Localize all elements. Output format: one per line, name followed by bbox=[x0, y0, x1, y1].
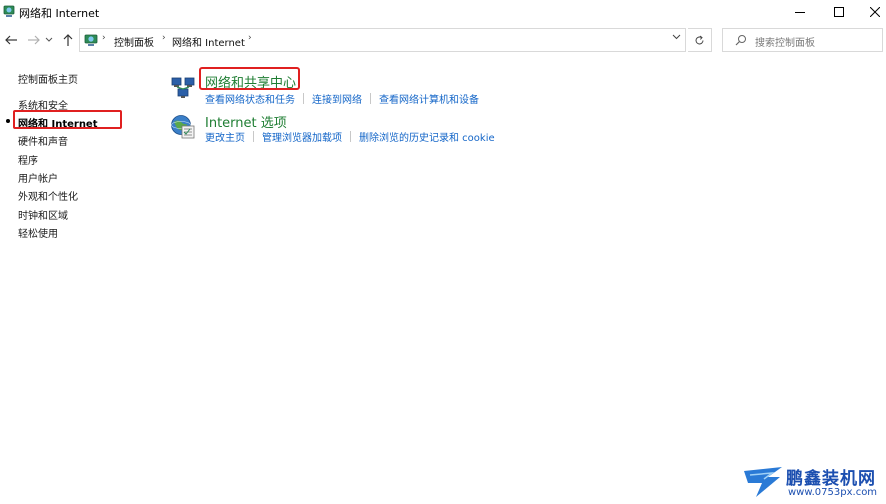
recent-locations-button[interactable] bbox=[44, 31, 54, 49]
watermark: 鹏鑫装机网 www.0753px.com bbox=[742, 461, 886, 504]
highlight-box-sidebar bbox=[13, 110, 122, 129]
close-icon bbox=[870, 7, 880, 17]
sidebar-item-ease-of-access[interactable]: 轻松使用 bbox=[18, 225, 58, 240]
refresh-icon bbox=[695, 35, 704, 44]
minimize-icon bbox=[795, 12, 805, 13]
breadcrumb-network-internet[interactable]: 网络和 Internet bbox=[172, 34, 245, 49]
window-title: 网络和 Internet bbox=[19, 7, 100, 20]
watermark-name: 鹏鑫装机网 bbox=[786, 469, 876, 489]
sidebar-item-programs[interactable]: 程序 bbox=[18, 152, 38, 167]
search-input[interactable]: 搜索控制面板 bbox=[722, 28, 883, 52]
link-change-home-page[interactable]: 更改主页 bbox=[205, 129, 245, 144]
refresh-button[interactable] bbox=[688, 28, 712, 52]
link-view-network-computers[interactable]: 查看网络计算机和设备 bbox=[379, 91, 479, 106]
link-separator bbox=[253, 131, 254, 142]
sidebar-item-appearance[interactable]: 外观和个性化 bbox=[18, 188, 78, 203]
chevron-down-icon bbox=[45, 37, 53, 42]
highlight-box-category-title bbox=[199, 67, 300, 90]
chevron-right-icon: › bbox=[102, 33, 106, 43]
arrow-right-icon bbox=[28, 35, 40, 45]
category-links-network-sharing-center: 查看网络状态和任务 连接到网络 查看网络计算机和设备 bbox=[205, 91, 479, 106]
sidebar-item-control-panel-home[interactable]: 控制面板主页 bbox=[18, 71, 78, 86]
maximize-button[interactable] bbox=[820, 0, 858, 24]
link-separator bbox=[350, 131, 351, 142]
search-placeholder: 搜索控制面板 bbox=[755, 38, 815, 49]
current-item-bullet bbox=[6, 119, 10, 123]
maximize-icon bbox=[834, 7, 844, 17]
control-panel-icon bbox=[84, 34, 98, 46]
up-button[interactable] bbox=[60, 31, 76, 49]
link-separator bbox=[370, 93, 371, 104]
back-button[interactable] bbox=[3, 31, 19, 49]
minimize-button[interactable] bbox=[781, 0, 819, 24]
category-links-internet-options: 更改主页 管理浏览器加载项 删除浏览的历史记录和 cookie bbox=[205, 129, 495, 144]
link-manage-browser-addons[interactable]: 管理浏览器加载项 bbox=[262, 129, 342, 144]
search-icon bbox=[735, 35, 746, 46]
forward-button[interactable] bbox=[26, 31, 42, 49]
network-sharing-center-icon[interactable] bbox=[171, 75, 195, 99]
sidebar-item-hardware-sound[interactable]: 硬件和声音 bbox=[18, 133, 68, 148]
link-view-network-status[interactable]: 查看网络状态和任务 bbox=[205, 91, 295, 106]
title-bar: 网络和 Internet bbox=[0, 0, 886, 24]
chevron-down-icon bbox=[672, 34, 681, 40]
chevron-right-icon[interactable]: › bbox=[248, 33, 252, 43]
breadcrumb-control-panel[interactable]: 控制面板 bbox=[114, 34, 154, 49]
address-dropdown-button[interactable] bbox=[672, 33, 681, 43]
navigation-bar: › 控制面板 › 网络和 Internet › 搜索控制面板 bbox=[0, 28, 886, 52]
address-bar[interactable]: › 控制面板 › 网络和 Internet › bbox=[79, 28, 686, 52]
arrow-left-icon bbox=[5, 35, 17, 45]
link-connect-to-network[interactable]: 连接到网络 bbox=[312, 91, 362, 106]
sidebar-item-user-accounts[interactable]: 用户帐户 bbox=[18, 170, 58, 185]
arrow-up-icon bbox=[63, 34, 73, 46]
watermark-url: www.0753px.com bbox=[788, 487, 878, 498]
control-panel-icon bbox=[3, 5, 15, 17]
sidebar-item-clock-region[interactable]: 时钟和区域 bbox=[18, 207, 68, 222]
internet-options-icon[interactable] bbox=[170, 114, 196, 140]
link-separator bbox=[303, 93, 304, 104]
link-delete-browsing-history[interactable]: 删除浏览的历史记录和 cookie bbox=[359, 129, 495, 144]
chevron-right-icon[interactable]: › bbox=[162, 33, 166, 43]
close-button[interactable] bbox=[856, 0, 886, 24]
watermark-logo-icon bbox=[744, 467, 782, 497]
